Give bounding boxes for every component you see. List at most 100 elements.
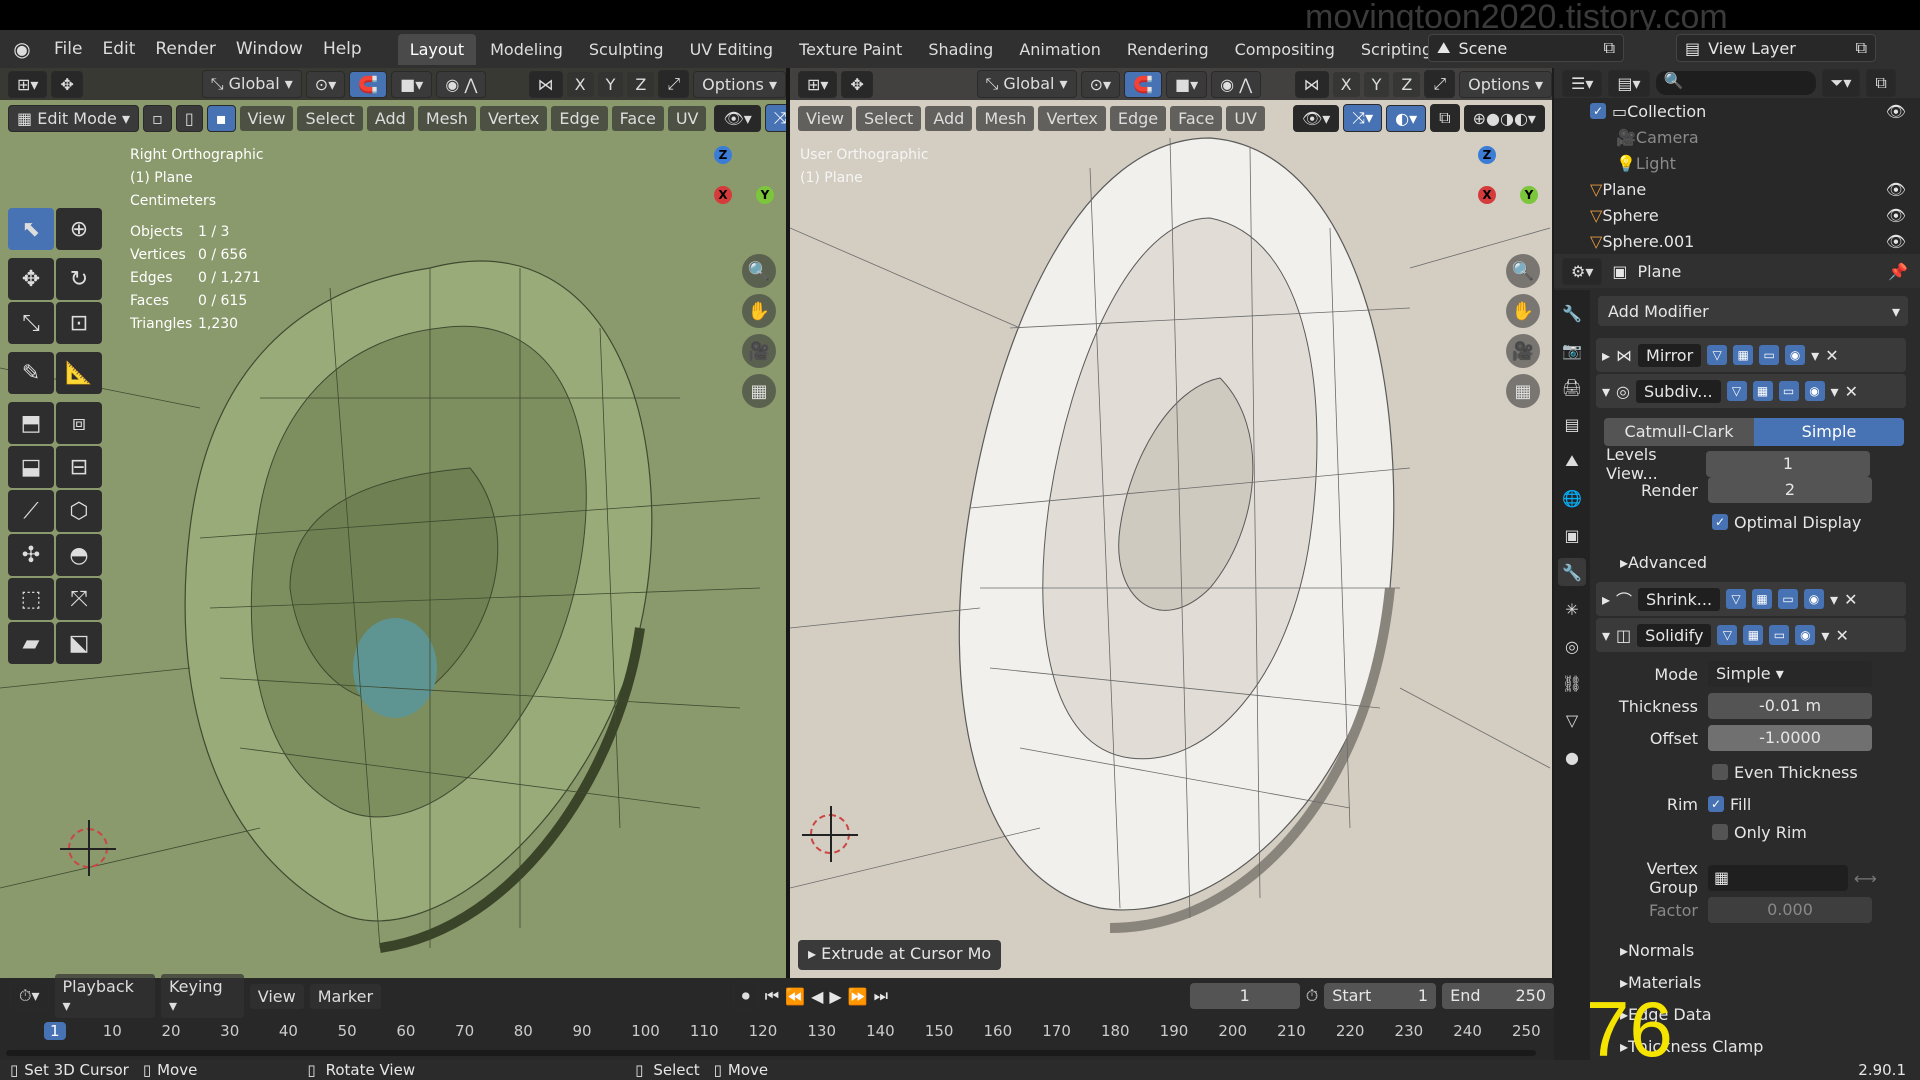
collapse-arrow-icon[interactable]: ▾ xyxy=(1602,626,1610,645)
menu-view[interactable]: View xyxy=(798,105,852,131)
modifier-solidify[interactable]: ▾ ◫ Solidify ▽ ▦ ▭ ◉ ▾ ✕ xyxy=(1596,618,1906,652)
mirror-y-toggle[interactable]: Y xyxy=(1363,71,1390,97)
constraints-tab-icon[interactable]: ⛓ xyxy=(1558,669,1586,697)
knife-icon[interactable]: ⟋ xyxy=(8,490,54,532)
factor-field[interactable]: 0.000 xyxy=(1708,897,1872,923)
zoom-icon[interactable]: 🔍 xyxy=(742,254,776,288)
cage-icon[interactable]: ▦ xyxy=(1752,381,1773,401)
menu-vertex[interactable]: Vertex xyxy=(479,105,548,131)
tab-animation[interactable]: Animation xyxy=(1007,34,1113,65)
menu-uv[interactable]: UV xyxy=(667,105,707,131)
menu-file[interactable]: File xyxy=(44,39,92,59)
timeline-ruler[interactable]: 1 10 20 30 40 50 60 70 80 90 100 110 120 130 140 150 160… xyxy=(0,1016,1554,1046)
mirror-x-toggle[interactable]: X xyxy=(566,71,594,97)
render-tab-icon[interactable]: 📷 xyxy=(1558,336,1586,364)
editor-type-icon[interactable]: ⚙▾ xyxy=(1562,257,1603,285)
menu-render[interactable]: Render xyxy=(145,39,226,59)
render-icon[interactable]: ◉ xyxy=(1804,589,1825,609)
close-icon[interactable]: ✕ xyxy=(1845,382,1858,401)
outliner-row-light[interactable]: 💡 Light xyxy=(1554,150,1920,176)
display-mode-icon[interactable]: ▤▾ xyxy=(1608,69,1650,97)
transform-tool-icon[interactable]: ✥ xyxy=(51,70,83,98)
new-collection-icon[interactable]: ⧉ xyxy=(1866,69,1896,97)
pivot-dropdown[interactable]: ⊙▾ xyxy=(305,70,346,98)
gizmo-z-axis[interactable]: Z xyxy=(714,146,732,164)
menu-vertex[interactable]: Vertex xyxy=(1038,105,1106,131)
object-tab-icon[interactable]: ▣ xyxy=(1558,521,1586,549)
menu-edit[interactable]: Edit xyxy=(92,39,145,59)
pan-hand-icon[interactable]: ✋ xyxy=(1506,294,1540,328)
next-keyframe-icon[interactable]: ⏩ xyxy=(848,987,868,1006)
viewport-icon[interactable]: ▭ xyxy=(1778,381,1799,401)
menu-face[interactable]: Face xyxy=(611,105,664,131)
shading-modes[interactable]: ⊕●◑◐▾ xyxy=(1463,104,1545,132)
mode-dropdown[interactable]: ▦ Edit Mode ▾ xyxy=(8,104,139,132)
loop-cut-icon[interactable]: ⊟ xyxy=(56,446,102,488)
checkbox-icon[interactable] xyxy=(1712,824,1728,840)
optimal-display-row[interactable]: ✓ Optimal Display xyxy=(1596,508,1906,536)
blender-logo-icon[interactable]: ◉ xyxy=(0,37,44,61)
chevron-down-icon[interactable]: ▾ xyxy=(1821,626,1829,645)
ortho-grid-icon[interactable]: ▦ xyxy=(1506,374,1540,408)
auto-merge-icon[interactable]: ⤢ xyxy=(658,70,690,98)
tab-shading[interactable]: Shading xyxy=(916,34,1005,65)
menu-add[interactable]: Add xyxy=(366,105,414,131)
filter-icon[interactable]: ⏷▾ xyxy=(1821,69,1861,97)
face-select-mode[interactable]: ▪ xyxy=(206,104,236,132)
editor-type-icon[interactable]: ⊞▾ xyxy=(798,70,838,98)
view-layer-tab-icon[interactable]: ▤ xyxy=(1558,410,1586,438)
copy-view-layer-icon[interactable]: ⧉ xyxy=(1856,38,1867,58)
bevel-icon[interactable]: ⬓ xyxy=(8,446,54,488)
cursor-icon[interactable]: ⊕ xyxy=(56,208,102,250)
tab-sculpting[interactable]: Sculpting xyxy=(577,34,676,65)
gizmo-z-axis[interactable]: Z xyxy=(1478,146,1496,164)
modifier-shrinkwrap[interactable]: ▸ ⌒ Shrink... ▽ ▦ ▭ ◉ ▾ ✕ xyxy=(1596,582,1906,616)
viewport-icon[interactable]: ▭ xyxy=(1759,345,1780,365)
measure-icon[interactable]: 📐 xyxy=(56,352,102,394)
mirror-icon[interactable]: ⋈ xyxy=(528,70,563,98)
menu-select[interactable]: Select xyxy=(297,105,363,131)
modifier-subdivision[interactable]: ▾ ◎ Subdiv... ▽ ▦ ▭ ◉ ▾ ✕ xyxy=(1596,374,1906,408)
tool-tab-icon[interactable]: 🔧 xyxy=(1558,299,1586,327)
cage-icon[interactable]: ▦ xyxy=(1733,345,1754,365)
visibility-dropdown[interactable]: 👁▾ xyxy=(1292,104,1340,132)
proportional-editing-toggle[interactable]: ◉ ⋀ xyxy=(436,70,487,98)
timeline-scrollbar[interactable] xyxy=(6,1050,1536,1056)
gizmo-toggle[interactable]: ⤨▾ xyxy=(1343,104,1383,132)
gizmo-x-axis[interactable]: X xyxy=(1478,186,1496,204)
modifier-name[interactable]: Shrink... xyxy=(1638,587,1721,611)
levels-field[interactable]: 1 xyxy=(1706,451,1870,477)
outliner-row-camera[interactable]: 🎥 Camera xyxy=(1554,124,1920,150)
cage-icon[interactable]: ▦ xyxy=(1743,625,1764,645)
ortho-grid-icon[interactable]: ▦ xyxy=(742,374,776,408)
prev-keyframe-icon[interactable]: ⏪ xyxy=(785,987,805,1006)
editmode-icon[interactable]: ▽ xyxy=(1707,345,1728,365)
edge-select-mode[interactable]: ▯ xyxy=(175,104,203,132)
normals-panel[interactable]: ▸ Normals xyxy=(1596,936,1906,964)
render-icon[interactable]: ◉ xyxy=(1804,381,1825,401)
render-icon[interactable]: ◉ xyxy=(1795,625,1816,645)
options-dropdown[interactable]: Options ▾ xyxy=(693,70,786,98)
jump-end-icon[interactable]: ⏭ xyxy=(874,986,888,1006)
output-tab-icon[interactable]: 🖨 xyxy=(1558,373,1586,401)
menu-view[interactable]: View xyxy=(239,105,294,131)
menu-window[interactable]: Window xyxy=(226,39,313,59)
world-tab-icon[interactable]: 🌐 xyxy=(1558,484,1586,512)
modifier-name[interactable]: Mirror xyxy=(1638,343,1702,367)
transform-orientation-dropdown[interactable]: ⤡ Global ▾ xyxy=(976,70,1077,98)
modifier-name[interactable]: Subdiv... xyxy=(1636,379,1721,403)
pan-hand-icon[interactable]: ✋ xyxy=(742,294,776,328)
invert-icon[interactable]: ⟷ xyxy=(1854,869,1877,888)
last-operator-panel[interactable]: ▸ Extrude at Cursor Mo xyxy=(798,940,1002,970)
edge-slide-icon[interactable]: ⬚ xyxy=(8,578,54,620)
spin-icon[interactable]: ✣ xyxy=(8,534,54,576)
editmode-icon[interactable]: ▽ xyxy=(1726,589,1747,609)
move-icon[interactable]: ✥ xyxy=(8,258,54,300)
transform-orientation-dropdown[interactable]: ⤡ Global ▾ xyxy=(201,70,302,98)
snap-target-dropdown[interactable]: ■▾ xyxy=(391,70,433,98)
vertex-select-mode[interactable]: ▫ xyxy=(143,104,172,132)
eye-icon[interactable]: 👁 xyxy=(1886,180,1906,199)
particles-tab-icon[interactable]: ✳ xyxy=(1558,595,1586,623)
start-frame-field[interactable]: Start 1 xyxy=(1324,983,1437,1009)
modifier-tab-icon[interactable]: 🔧 xyxy=(1558,558,1586,586)
